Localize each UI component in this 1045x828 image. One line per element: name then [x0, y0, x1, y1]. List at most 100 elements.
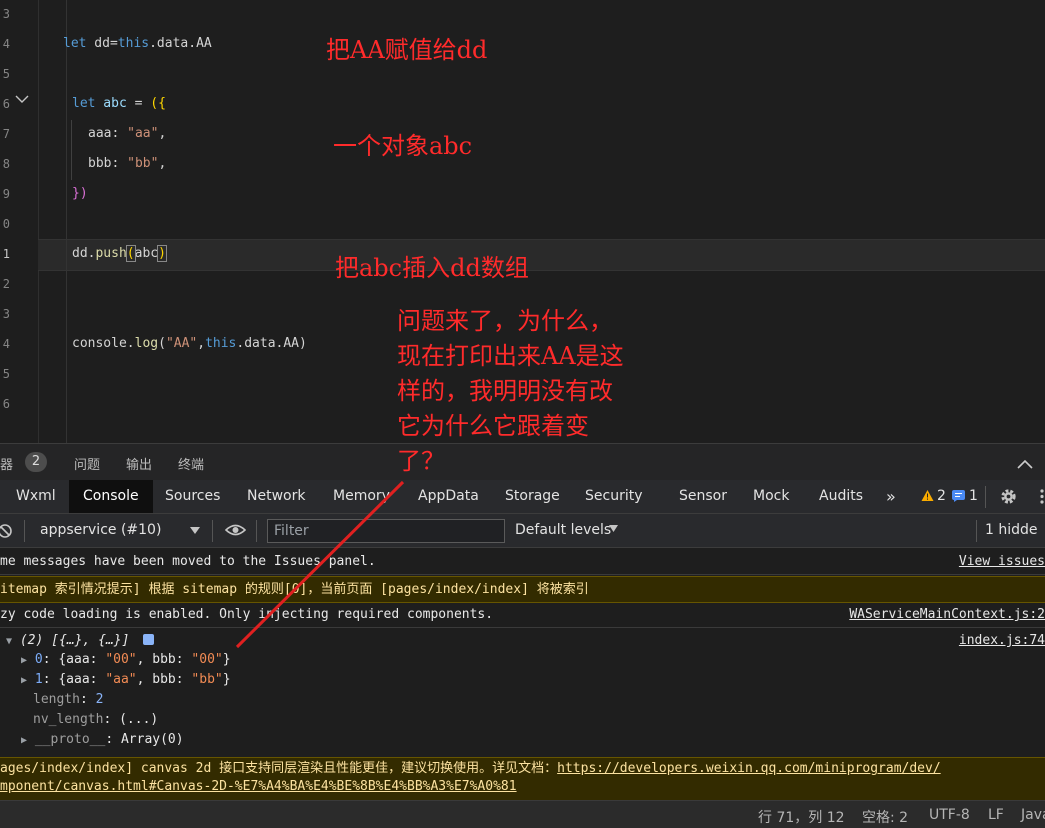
- array-summary[interactable]: (2) [{…}, {…}]: [20, 633, 130, 648]
- divider: [985, 486, 986, 508]
- code-line: console.log("AA",this.data.AA): [72, 336, 307, 351]
- tab-sources[interactable]: Sources: [165, 480, 220, 513]
- tab-mock[interactable]: Mock: [753, 480, 789, 513]
- tab-memory[interactable]: Memory: [333, 480, 390, 513]
- item-value: "00": [105, 652, 137, 667]
- chevron-up-icon[interactable]: [1017, 459, 1033, 469]
- expand-triangle-icon[interactable]: ▶: [21, 735, 27, 746]
- tab-console[interactable]: Console: [69, 480, 153, 513]
- expand-triangle-icon[interactable]: ▼: [6, 636, 12, 647]
- annotation-question-line: 它为什么它跟着变: [397, 412, 589, 440]
- tab-problems[interactable]: 问题: [74, 454, 100, 473]
- code-line: dd.push(abc): [72, 245, 167, 262]
- info-square-icon[interactable]: [143, 634, 155, 645]
- cursor-position[interactable]: 行 71，列 12: [758, 807, 845, 827]
- tab-sensor[interactable]: Sensor: [679, 480, 727, 513]
- caret-down-icon[interactable]: [609, 525, 618, 532]
- docs-link[interactable]: mponent/canvas.html#Canvas-2D-%E7%A4%BA%…: [0, 779, 517, 794]
- tab-network[interactable]: Network: [247, 480, 305, 513]
- warning-icon[interactable]: [921, 489, 934, 502]
- eye-icon[interactable]: [225, 523, 246, 537]
- tab-appdata[interactable]: AppData: [418, 480, 479, 513]
- caret-down-icon[interactable]: [190, 527, 200, 534]
- code-text: abc: [134, 246, 159, 261]
- line-number: 3: [2, 7, 10, 21]
- prop-key: length: [33, 692, 80, 707]
- code-line: let abc = ({: [72, 96, 166, 111]
- console-warning: itemap 索引情况提示] 根据 sitemap 的规则[0]，当前页面 [p…: [0, 576, 1045, 603]
- array-item[interactable]: ▶ 1: {aaa: "aa", bbb: "bb"}: [21, 672, 231, 687]
- code-text: ,: [158, 156, 167, 171]
- array-nv-length[interactable]: nv_length: (...): [33, 712, 158, 727]
- console-text: me messages have been moved to the Issue…: [0, 554, 376, 569]
- gear-icon[interactable]: [999, 487, 1018, 506]
- tab-output[interactable]: 输出: [126, 454, 152, 473]
- filter-input[interactable]: Filter: [267, 519, 505, 543]
- indentation[interactable]: 空格: 2: [862, 807, 908, 827]
- devtools-tab-bar: Wxml Console Sources Network Memory AppD…: [0, 480, 1045, 514]
- code-string: "aa": [127, 126, 159, 141]
- array-proto[interactable]: ▶ __proto__: Array(0): [21, 732, 184, 747]
- more-tabs-button[interactable]: »: [886, 480, 896, 513]
- context-select[interactable]: appservice (#10): [40, 522, 161, 538]
- prop-value[interactable]: (...): [119, 712, 158, 727]
- code-bracket: ): [157, 245, 167, 262]
- console-array-log[interactable]: ▼ (2) [{…}, {…}] index.js:74: [0, 631, 1045, 651]
- item-value: "00": [191, 652, 223, 667]
- tab-security[interactable]: Security: [585, 480, 643, 513]
- gutter-separator: [38, 0, 39, 443]
- code-text: ,: [158, 126, 167, 141]
- expand-triangle-icon[interactable]: ▶: [21, 655, 27, 666]
- annotation-question: 问题来了，为什么， 现在打印出来AA是这 样的，我明明没有改 它为什么它跟着变 …: [397, 304, 624, 479]
- log-levels-select[interactable]: Default levels: [515, 522, 611, 538]
- code-keyword: this: [117, 36, 150, 51]
- code-line: aaa: "aa",: [88, 126, 166, 141]
- code-bracket: (: [125, 245, 136, 262]
- tab-terminal[interactable]: 终端: [178, 454, 204, 473]
- code-string: "AA": [165, 336, 198, 351]
- item-index: 1: [34, 672, 43, 687]
- encoding[interactable]: UTF-8: [929, 807, 970, 823]
- tab-audits[interactable]: Audits: [819, 480, 863, 513]
- console-warning: ages/index/index] canvas 2d 接口支持同层渲染且性能更…: [0, 757, 1045, 801]
- code-keyword: let: [63, 36, 87, 51]
- tab-wxml[interactable]: Wxml: [16, 480, 56, 513]
- code-text: dd=: [86, 36, 118, 51]
- line-number: 3: [2, 307, 10, 321]
- view-issues-link[interactable]: View issues: [959, 549, 1045, 574]
- warning-count: 2: [937, 488, 946, 504]
- tab-storage[interactable]: Storage: [505, 480, 560, 513]
- code-bracket: ({: [150, 96, 166, 111]
- indent-guide: [66, 0, 67, 443]
- language-mode[interactable]: Java: [1021, 807, 1045, 823]
- debugger-count-badge: 2: [25, 452, 47, 472]
- tab-debugger[interactable]: 器: [0, 454, 13, 473]
- fold-chevron-icon[interactable]: [15, 94, 29, 104]
- prop-key: nv_length: [33, 712, 104, 727]
- source-link[interactable]: WAServiceMainContext.js:2: [849, 603, 1045, 627]
- code-keyword: this: [205, 336, 237, 351]
- code-string: "bb": [127, 156, 159, 171]
- annotation-push: 把abc插入dd数组: [335, 254, 529, 282]
- docs-link[interactable]: https://developers.weixin.qq.com/minipro…: [557, 761, 941, 776]
- item-value: "aa": [105, 672, 137, 687]
- annotation-question-line: 问题来了，为什么，: [397, 307, 613, 335]
- end-of-line[interactable]: LF: [988, 807, 1004, 823]
- source-link[interactable]: index.js:74: [959, 631, 1045, 651]
- status-bar: 行 71，列 12 空格: 2 UTF-8 LF Java: [0, 800, 1045, 828]
- code-function: log: [134, 336, 159, 351]
- code-text: .data.AA): [236, 336, 307, 351]
- prop-value: Array(0): [120, 732, 184, 747]
- annotation-question-line: 现在打印出来AA是这: [397, 342, 624, 370]
- message-icon[interactable]: [952, 490, 965, 502]
- array-item[interactable]: ▶ 0: {aaa: "00", bbb: "00"}: [21, 652, 231, 667]
- annotation-question-line: 样的，我明明没有改: [397, 377, 613, 405]
- more-vert-icon[interactable]: [1036, 488, 1044, 505]
- clear-console-icon[interactable]: [0, 523, 14, 539]
- line-number: 5: [2, 367, 10, 381]
- console-text: zy code loading is enabled. Only injecti…: [0, 607, 494, 622]
- code-text: ,: [197, 336, 206, 351]
- line-number-current: 1: [2, 247, 10, 261]
- expand-triangle-icon[interactable]: ▶: [21, 675, 27, 686]
- hidden-count: 1 hidde: [985, 522, 1038, 538]
